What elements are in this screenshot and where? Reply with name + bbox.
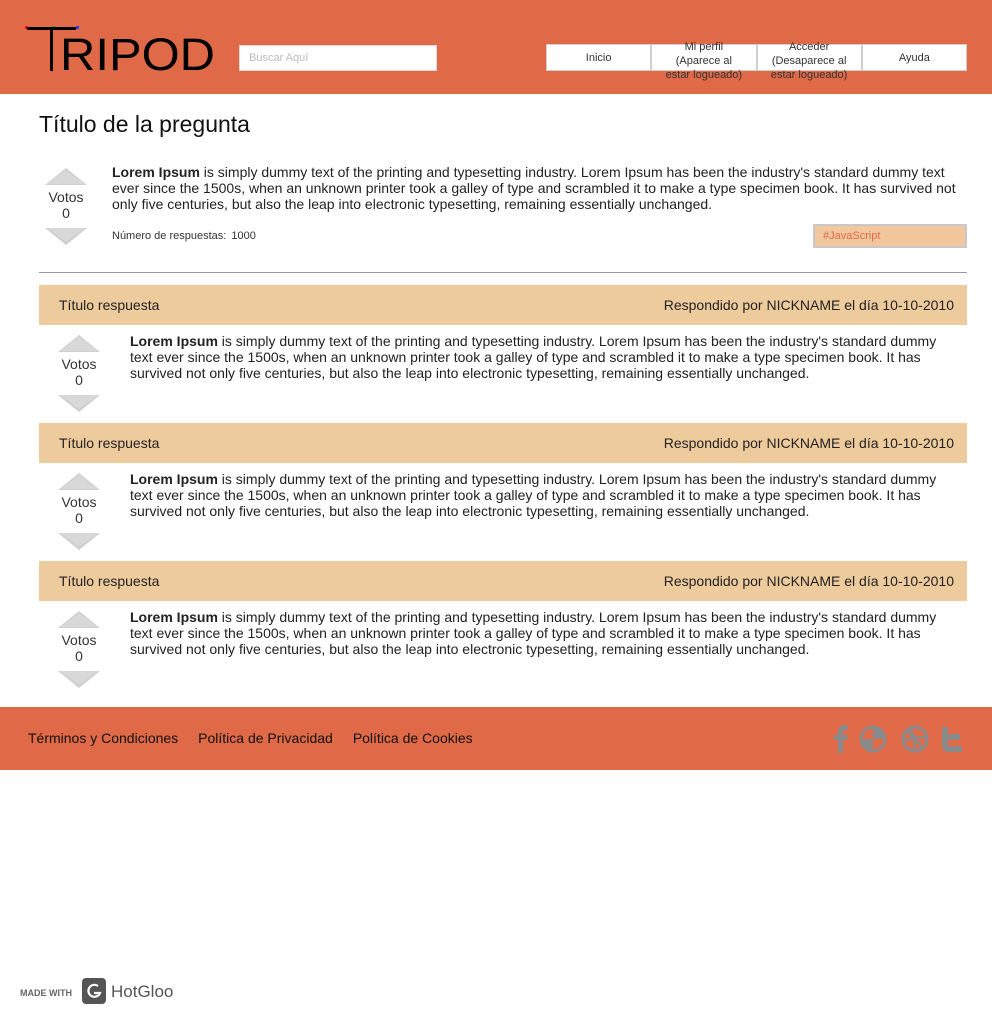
nav-inicio[interactable]: Inicio: [546, 44, 652, 71]
search-input[interactable]: [239, 45, 437, 71]
twitter-icon[interactable]: [940, 725, 964, 753]
made-with-brand: HotGloo: [111, 982, 173, 1001]
answer-header: Título respuesta Respondido por NICKNAME…: [39, 285, 967, 325]
answer-vote: Votos 0: [51, 611, 107, 688]
question-body: Lorem Ipsum is simply dummy text of the …: [112, 164, 960, 212]
footer-links: Términos y Condiciones Política de Priva…: [28, 730, 473, 746]
votes-label: Votos: [61, 632, 97, 648]
answer-header: Título respuesta Respondido por NICKNAME…: [39, 423, 967, 463]
answers-count-value: 1000: [231, 230, 256, 242]
upvote-icon[interactable]: [58, 473, 100, 490]
answer-meta: Respondido por NICKNAME el día 10-10-201…: [663, 435, 954, 451]
answer-body: Lorem Ipsum is simply dummy text of the …: [130, 609, 950, 657]
answer-body: Lorem Ipsum is simply dummy text of the …: [130, 333, 950, 381]
nav-ayuda[interactable]: Ayuda: [861, 44, 967, 71]
answer-body: Lorem Ipsum is simply dummy text of the …: [130, 471, 950, 519]
votes-count: 0: [75, 510, 83, 526]
link-privacidad[interactable]: Política de Privacidad: [198, 730, 333, 746]
answer-title: Título respuesta: [59, 573, 160, 589]
votes-count: 0: [75, 648, 83, 664]
votes-count: 0: [75, 372, 83, 388]
made-with-hotgloo-badge[interactable]: MADE WITH HotGloo: [20, 977, 180, 1005]
answer-meta: Respondido por NICKNAME el día 10-10-201…: [663, 297, 954, 313]
logo-text: RIPOD: [60, 29, 215, 72]
tag-javascript[interactable]: #JavaScript: [813, 224, 967, 248]
votes-label: Votos: [48, 189, 84, 205]
link-terminos[interactable]: Términos y Condiciones: [28, 730, 178, 746]
nav-acceder[interactable]: Acceder (Desaparece al estar logueado): [756, 41, 862, 81]
votes-count: 0: [62, 205, 70, 221]
answer-body-bold: Lorem Ipsum: [130, 333, 218, 349]
answer-body-text: is simply dummy text of the printing and…: [130, 471, 937, 519]
nav-mi-perfil[interactable]: Mi perfil (Aparece al estar logueado): [651, 41, 757, 81]
tripod-logo[interactable]: RIPOD: [25, 26, 215, 72]
link-cookies[interactable]: Política de Cookies: [353, 730, 473, 746]
page-title: Título de la pregunta: [39, 111, 250, 137]
made-with-prefix: MADE WITH: [20, 988, 72, 998]
question-body-text: is simply dummy text of the printing and…: [112, 164, 956, 212]
downvote-icon[interactable]: [45, 228, 87, 245]
answer-body-bold: Lorem Ipsum: [130, 609, 218, 625]
answer-header: Título respuesta Respondido por NICKNAME…: [39, 561, 967, 601]
answer-vote: Votos 0: [51, 473, 107, 550]
answer-meta: Respondido por NICKNAME el día 10-10-201…: [663, 573, 954, 589]
footer: Términos y Condiciones Política de Priva…: [0, 707, 992, 770]
answer-title: Título respuesta: [59, 297, 160, 313]
answer-title: Título respuesta: [59, 435, 160, 451]
downvote-icon[interactable]: [58, 533, 100, 550]
facebook-icon[interactable]: [832, 725, 850, 753]
question-body-bold: Lorem Ipsum: [112, 164, 200, 180]
pie-chart-icon[interactable]: [858, 725, 888, 753]
answers-count: Número de respuestas: 1000: [112, 230, 256, 242]
downvote-icon[interactable]: [58, 395, 100, 412]
answer-body-bold: Lorem Ipsum: [130, 471, 218, 487]
votes-label: Votos: [61, 494, 97, 510]
dribbble-icon[interactable]: [900, 725, 930, 753]
header: RIPOD Inicio Mi perfil (Aparece al estar…: [0, 0, 992, 94]
downvote-icon[interactable]: [58, 671, 100, 688]
upvote-icon[interactable]: [58, 335, 100, 352]
votes-label: Votos: [61, 356, 97, 372]
answer-body-text: is simply dummy text of the printing and…: [130, 609, 937, 657]
upvote-icon[interactable]: [45, 168, 87, 185]
upvote-icon[interactable]: [58, 611, 100, 628]
main-nav: Inicio Mi perfil (Aparece al estar logue…: [546, 41, 967, 81]
answers-count-label: Número de respuestas:: [112, 230, 227, 242]
answer-vote: Votos 0: [51, 335, 107, 412]
question-vote: Votos 0: [38, 168, 94, 245]
divider: [39, 272, 967, 273]
answer-body-text: is simply dummy text of the printing and…: [130, 333, 937, 381]
